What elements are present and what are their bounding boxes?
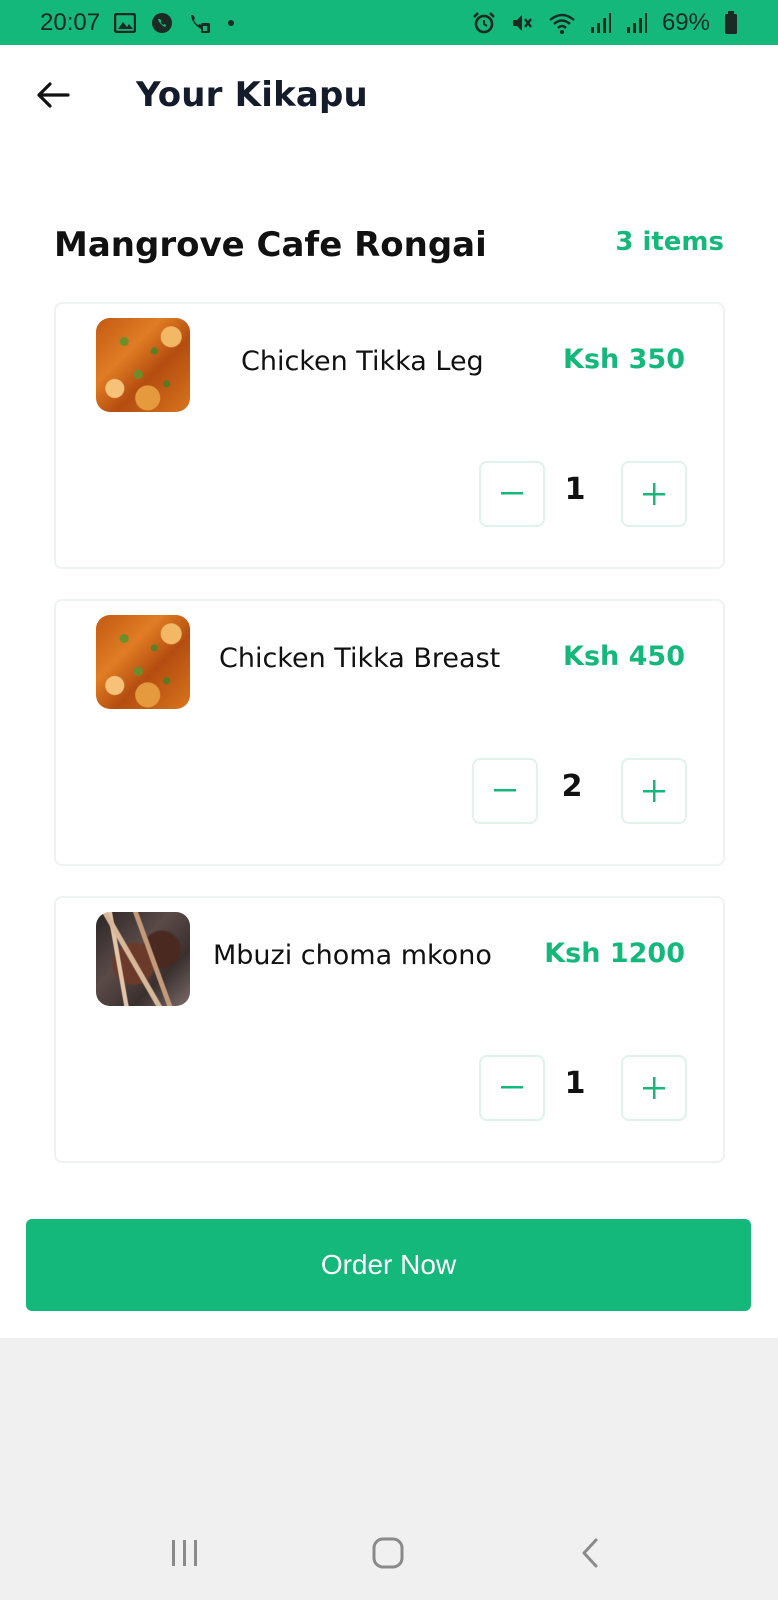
cart-item: Mbuzi choma mkono Ksh 1200 1 [54,896,725,1163]
item-name: Mbuzi choma mkono [213,940,492,971]
item-price: Ksh 350 [563,344,685,375]
signal-icon [590,12,612,34]
status-left: 20:07 [40,9,236,37]
system-back-button[interactable] [560,1528,620,1578]
mbuzi-choma-image [96,912,190,1006]
plus-icon [643,1077,665,1099]
whatsapp-icon [150,11,174,35]
mute-icon [510,11,534,35]
recent-apps-button[interactable] [155,1528,215,1578]
decrease-quantity-button[interactable] [472,758,538,824]
battery-percent: 69% [661,8,710,36]
cart-list: Chicken Tikka Leg Ksh 350 1 Chicken Tikk… [54,302,725,1193]
quantity-value: 1 [564,1066,586,1101]
wifi-icon [548,11,576,35]
back-button[interactable] [30,75,76,115]
page-title: Your Kikapu [136,75,368,115]
restaurant-name: Mangrove Cafe Rongai [54,225,487,265]
item-name: Chicken Tikka Breast [219,643,501,674]
battery-icon [724,10,738,35]
chicken-tikka-image [96,615,190,709]
gallery-icon [114,12,137,33]
chicken-tikka-image [96,318,190,412]
item-price: Ksh 450 [563,641,685,672]
wifi-call-icon [188,11,212,35]
header: Your Kikapu [0,45,778,145]
plus-icon [643,780,665,802]
increase-quantity-button[interactable] [621,1055,687,1121]
signal-icon [626,12,648,34]
status-right: 69% [472,9,738,37]
decrease-quantity-button[interactable] [479,461,545,527]
status-bar: 20:07 69% [0,0,778,45]
minus-icon [501,1086,523,1089]
item-name: Chicken Tikka Leg [241,346,484,377]
increase-quantity-button[interactable] [621,461,687,527]
status-time: 20:07 [40,8,101,36]
items-count: 3 items [615,227,724,257]
cart-item: Chicken Tikka Leg Ksh 350 1 [54,302,725,569]
navigation-bar [0,1500,778,1600]
home-icon [372,1537,404,1569]
arrow-left-icon [37,82,70,108]
item-price: Ksh 1200 [544,938,685,969]
decrease-quantity-button[interactable] [479,1055,545,1121]
minus-icon [501,492,523,495]
cart-item: Chicken Tikka Breast Ksh 450 2 [54,599,725,866]
quantity-value: 2 [561,769,583,804]
plus-icon [643,483,665,505]
back-icon [582,1538,598,1568]
recent-apps-icon [172,1540,197,1566]
alarm-icon [472,11,496,35]
order-now-button[interactable]: Order Now [26,1219,751,1311]
quantity-value: 1 [564,472,586,507]
minus-icon [494,789,516,792]
main-panel: Your Kikapu Mangrove Cafe Rongai 3 items… [0,45,778,1338]
increase-quantity-button[interactable] [621,758,687,824]
dot-icon [226,18,236,28]
home-button[interactable] [358,1528,418,1578]
